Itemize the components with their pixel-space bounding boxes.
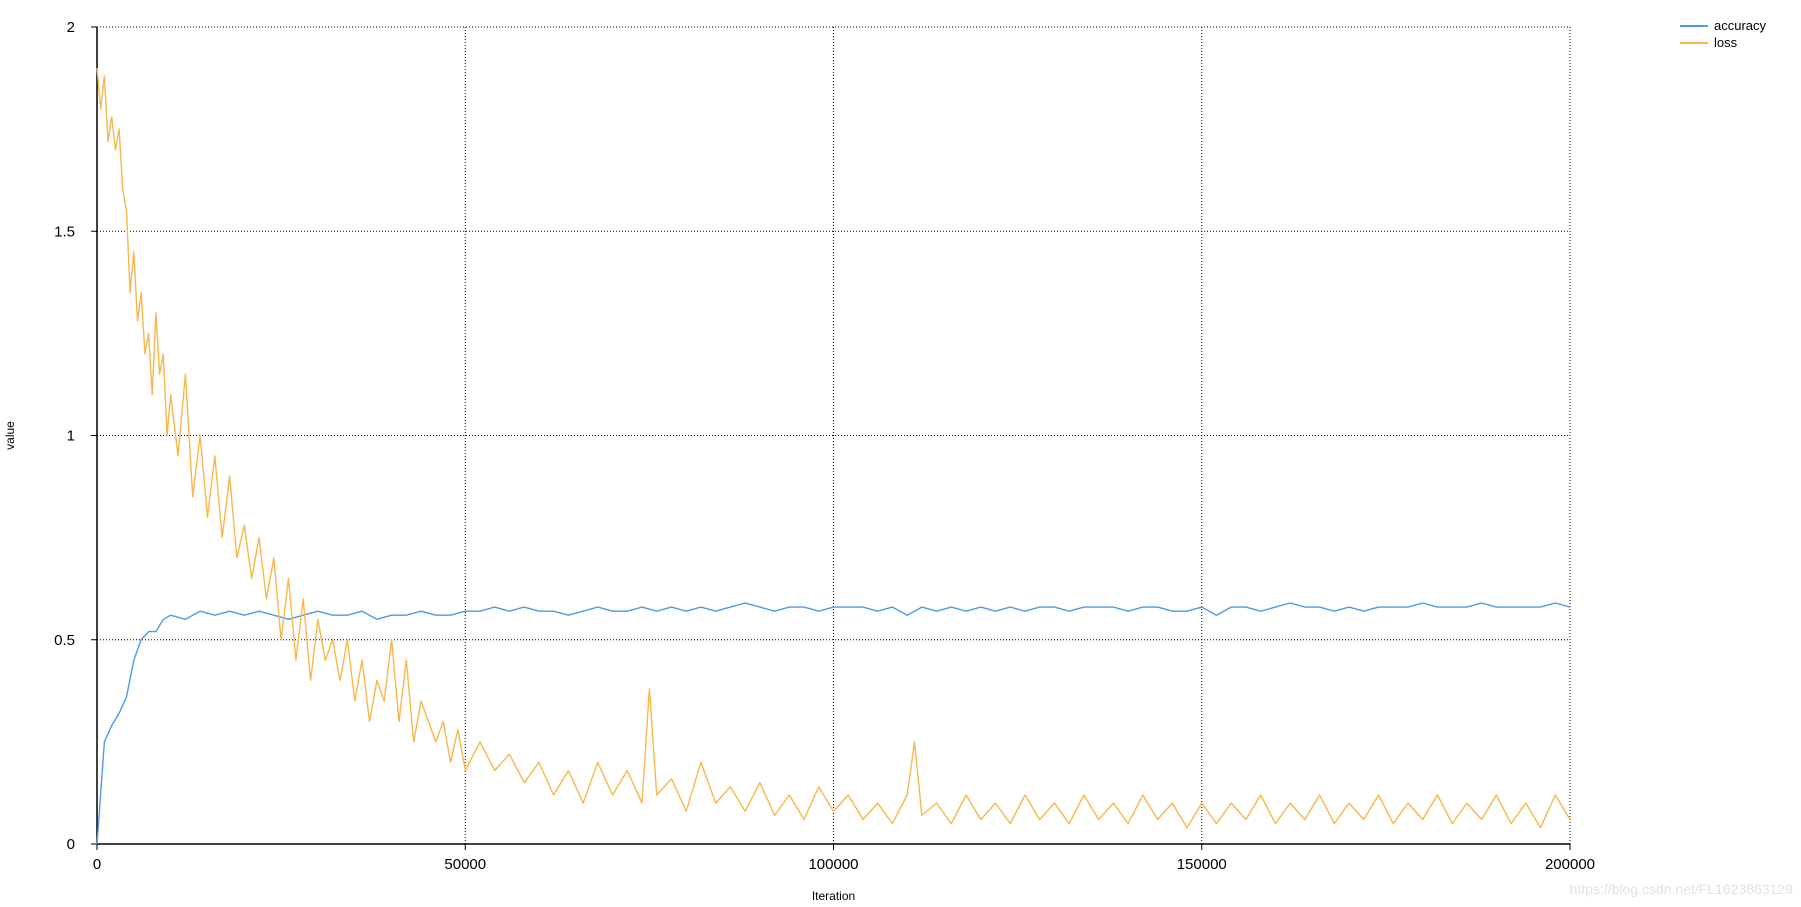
x-tick-label: 50000 (444, 856, 486, 873)
legend-label-accuracy: accuracy (1714, 18, 1767, 33)
tick-labels: 0 50000 100000 150000 200000 0 0.5 1 1.5 2 (54, 19, 1595, 873)
y-tick-label: 1.5 (54, 223, 75, 240)
series-layer (96, 67, 1571, 845)
y-tick-label: 0 (67, 836, 75, 853)
legend: accuracy loss (1680, 18, 1767, 50)
y-tick-label: 0.5 (54, 632, 75, 649)
x-axis-label: Iteration (812, 889, 855, 903)
x-tick-label: 0 (93, 856, 101, 873)
grid (97, 26, 1571, 844)
y-tick-label: 1 (67, 428, 75, 445)
x-tick-label: 150000 (1177, 856, 1227, 873)
watermark: https://blog.csdn.net/FL1623863129 (1569, 881, 1793, 897)
y-tick-label: 2 (67, 19, 75, 36)
training-chart: 0 50000 100000 150000 200000 0 0.5 1 1.5 2 Iterat… (3, 18, 1767, 903)
axes (91, 26, 1571, 850)
y-axis-label: value (3, 421, 17, 450)
x-tick-label: 200000 (1545, 856, 1595, 873)
x-tick-label: 100000 (808, 856, 858, 873)
legend-label-loss: loss (1714, 35, 1738, 50)
